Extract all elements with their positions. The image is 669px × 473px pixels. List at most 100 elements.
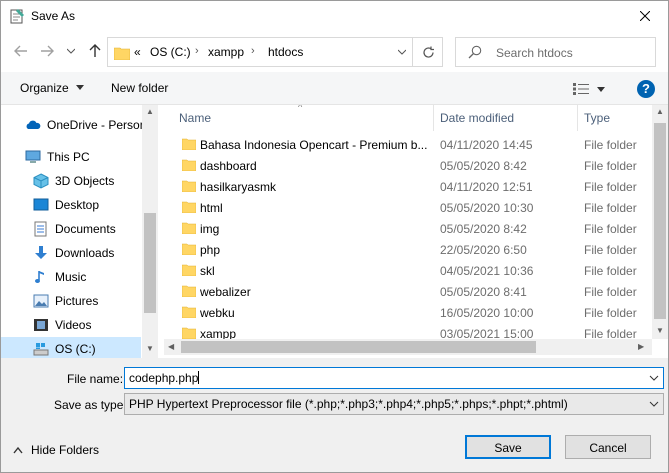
scroll-thumb[interactable] bbox=[144, 213, 156, 313]
scroll-up-icon[interactable]: ▲ bbox=[656, 107, 664, 116]
file-date: 04/05/2021 10:36 bbox=[440, 264, 534, 278]
table-row[interactable]: Bahasa Indonesia Opencart - Premium b...… bbox=[164, 134, 652, 155]
breadcrumb-drive[interactable]: OS (C:) bbox=[150, 45, 191, 59]
file-type: File folder bbox=[584, 201, 637, 215]
close-button[interactable] bbox=[622, 1, 668, 32]
chevron-down-icon bbox=[67, 48, 75, 54]
sidebar-item-this-pc[interactable]: This PC bbox=[1, 145, 141, 169]
table-row[interactable]: webalizer 05/05/2020 8:41 File folder bbox=[164, 281, 652, 302]
sidebar-item-onedrive[interactable]: OneDrive - Personal bbox=[1, 113, 156, 137]
table-row[interactable]: html 05/05/2020 10:30 File folder bbox=[164, 197, 652, 218]
chevron-down-icon bbox=[649, 375, 659, 381]
hide-folders-button[interactable]: Hide Folders bbox=[13, 443, 99, 457]
file-name-input[interactable]: codephp.php bbox=[124, 367, 664, 389]
sidebar-item-label: 3D Objects bbox=[55, 174, 115, 188]
address-bar[interactable]: « OS (C:) › xampp › htdocs bbox=[107, 37, 443, 67]
table-row[interactable]: img 05/05/2020 8:42 File folder bbox=[164, 218, 652, 239]
text-cursor bbox=[198, 371, 200, 384]
file-list-horizontal-scrollbar[interactable]: ◀ ▶ bbox=[164, 339, 652, 355]
save-button[interactable]: Save bbox=[465, 435, 551, 459]
sidebar-item-music[interactable]: Music bbox=[1, 265, 141, 289]
title-bar: Save As bbox=[1, 1, 668, 32]
breadcrumb-htdocs[interactable]: htdocs bbox=[268, 45, 303, 59]
table-row[interactable]: php 22/05/2020 6:50 File folder bbox=[164, 239, 652, 260]
arrow-up-icon bbox=[89, 44, 101, 57]
search-icon bbox=[468, 45, 482, 62]
window-title: Save As bbox=[31, 9, 76, 23]
refresh-button[interactable] bbox=[412, 38, 443, 66]
sidebar-item-videos[interactable]: Videos bbox=[1, 313, 141, 337]
column-header-date[interactable]: Date modified bbox=[434, 105, 578, 131]
table-row[interactable]: dashboard 05/05/2020 8:42 File folder bbox=[164, 155, 652, 176]
column-name-label: Name bbox=[179, 111, 212, 125]
breadcrumb-separator-icon[interactable]: › bbox=[195, 45, 199, 57]
sidebar-item-label: Documents bbox=[55, 222, 116, 236]
breadcrumb-xampp[interactable]: xampp bbox=[208, 45, 244, 59]
navigation-pane-scrollbar[interactable]: ▲ ▼ bbox=[142, 105, 158, 358]
file-name: hasilkaryasmk bbox=[200, 180, 277, 194]
scroll-up-icon[interactable]: ▲ bbox=[146, 107, 154, 116]
file-name: php bbox=[200, 243, 221, 257]
sidebar-item-label: This PC bbox=[47, 150, 90, 164]
folder-icon bbox=[181, 159, 197, 172]
navigation-pane: OneDrive - Personal This PC 3D Objects D… bbox=[1, 105, 158, 358]
scroll-left-icon[interactable]: ◀ bbox=[168, 342, 174, 351]
table-row[interactable]: hasilkaryasmk 04/11/2020 12:51 File fold… bbox=[164, 176, 652, 197]
desktop-icon bbox=[33, 197, 49, 213]
change-view-button[interactable] bbox=[573, 80, 613, 98]
column-header-name[interactable]: ^ Name bbox=[164, 105, 434, 131]
cube-icon bbox=[33, 173, 49, 189]
folder-icon bbox=[181, 201, 197, 214]
file-date: 05/05/2020 8:42 bbox=[440, 159, 527, 173]
chevron-down-icon bbox=[649, 401, 659, 407]
breadcrumb-separator-icon[interactable]: › bbox=[251, 45, 255, 57]
sidebar-item-3d-objects[interactable]: 3D Objects bbox=[1, 169, 141, 193]
sidebar-item-downloads[interactable]: Downloads bbox=[1, 241, 141, 265]
up-button[interactable] bbox=[87, 43, 103, 59]
save-form: File name: codephp.php Save as type: PHP… bbox=[1, 358, 668, 472]
save-type-select[interactable]: PHP Hypertext Preprocessor file (*.php;*… bbox=[124, 393, 664, 415]
scroll-down-icon[interactable]: ▼ bbox=[656, 326, 664, 335]
table-row[interactable]: webku 16/05/2020 10:00 File folder bbox=[164, 302, 652, 323]
table-row[interactable]: skl 04/05/2021 10:36 File folder bbox=[164, 260, 652, 281]
address-dropdown-button[interactable] bbox=[394, 44, 410, 60]
help-button[interactable]: ? bbox=[637, 80, 655, 98]
details-view-icon bbox=[573, 83, 589, 95]
caret-down-icon bbox=[76, 85, 85, 90]
recent-locations-button[interactable] bbox=[63, 43, 79, 59]
forward-button[interactable] bbox=[39, 43, 55, 59]
caret-down-icon bbox=[597, 86, 605, 92]
table-row[interactable]: xampp 03/05/2021 15:00 File folder bbox=[164, 323, 652, 339]
organize-label: Organize bbox=[20, 81, 69, 95]
breadcrumb-overflow[interactable]: « bbox=[134, 45, 141, 59]
sidebar-item-documents[interactable]: Documents bbox=[1, 217, 141, 241]
search-box[interactable]: Search htdocs bbox=[455, 37, 656, 67]
sidebar-item-desktop[interactable]: Desktop bbox=[1, 193, 141, 217]
file-date: 05/05/2020 8:42 bbox=[440, 222, 527, 236]
file-name: webku bbox=[200, 306, 235, 320]
save-type-label: Save as type: bbox=[54, 398, 127, 412]
sidebar-item-label: Downloads bbox=[55, 246, 115, 260]
sidebar-item-os-c[interactable]: OS (C:) bbox=[1, 337, 141, 358]
cancel-button[interactable]: Cancel bbox=[565, 435, 651, 459]
scroll-thumb[interactable] bbox=[181, 341, 536, 353]
file-type: File folder bbox=[584, 285, 637, 299]
file-list-vertical-scrollbar[interactable]: ▲ ▼ bbox=[652, 105, 668, 339]
column-header-type[interactable]: Type bbox=[578, 105, 658, 131]
chevron-up-icon bbox=[13, 446, 23, 454]
folder-icon bbox=[181, 180, 197, 193]
organize-button[interactable]: Organize bbox=[20, 81, 85, 95]
file-type: File folder bbox=[584, 222, 637, 236]
new-folder-button[interactable]: New folder bbox=[111, 81, 168, 95]
hide-folders-label: Hide Folders bbox=[31, 443, 100, 457]
file-type: File folder bbox=[584, 327, 637, 339]
folder-icon bbox=[181, 222, 197, 235]
scroll-down-icon[interactable]: ▼ bbox=[146, 344, 154, 353]
scroll-thumb[interactable] bbox=[654, 123, 666, 319]
folder-icon bbox=[181, 327, 197, 339]
back-button[interactable] bbox=[13, 43, 29, 59]
drive-icon bbox=[33, 341, 49, 357]
file-date: 16/05/2020 10:00 bbox=[440, 306, 534, 320]
scroll-right-icon[interactable]: ▶ bbox=[638, 342, 644, 351]
sidebar-item-pictures[interactable]: Pictures bbox=[1, 289, 141, 313]
